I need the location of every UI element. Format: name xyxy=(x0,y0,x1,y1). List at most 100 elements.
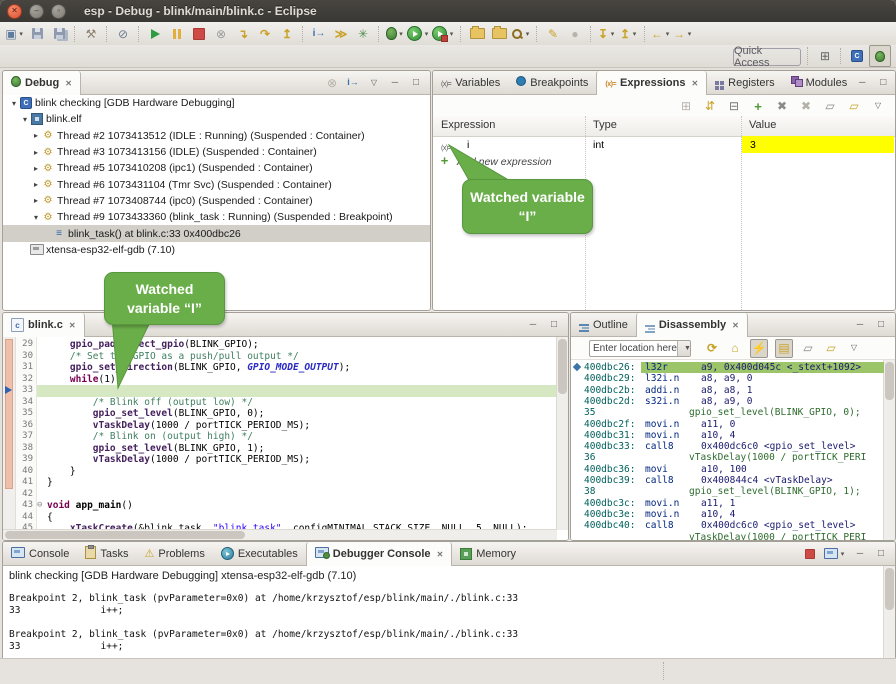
maximize-icon[interactable]: □ xyxy=(547,315,561,335)
console-scrollbar[interactable] xyxy=(883,566,895,659)
maximize-icon[interactable]: □ xyxy=(874,315,888,335)
editor-vertical-scrollbar[interactable] xyxy=(556,337,568,530)
dropdown-caret-icon[interactable]: ▾ xyxy=(664,30,671,38)
view-menu-icon[interactable]: ▽ xyxy=(846,340,862,357)
remove-all-expressions-icon[interactable]: ✖ xyxy=(798,98,814,115)
disconnect-icon[interactable]: ⊗ xyxy=(211,24,231,44)
debug-tree-row[interactable]: ▾Cblink checking [GDB Hardware Debugging… xyxy=(3,95,430,111)
maximize-icon[interactable]: □ xyxy=(876,73,890,93)
debug-tree-row[interactable]: ▾blink.elf xyxy=(3,111,430,127)
tree-expander-icon[interactable]: ▸ xyxy=(31,180,41,189)
collapse-all-icon[interactable]: ⊟ xyxy=(726,98,742,115)
mark-occurrences-icon[interactable]: ● xyxy=(565,24,585,44)
tab-debug[interactable]: Debug✕ xyxy=(3,71,81,95)
add-expression-icon[interactable]: + xyxy=(439,155,450,168)
format-icon[interactable]: ✎ xyxy=(543,24,563,44)
display-console-icon[interactable]: ▾ xyxy=(824,544,846,564)
forward-icon[interactable]: →▾ xyxy=(673,24,693,44)
code-line[interactable]: } xyxy=(47,477,53,489)
close-tab-icon[interactable]: ✕ xyxy=(69,321,76,330)
close-tab-icon[interactable]: ✕ xyxy=(437,550,444,559)
debug-icon[interactable]: ▾ xyxy=(385,24,405,44)
scrollbar-thumb[interactable] xyxy=(885,568,894,610)
step-into-icon[interactable]: ↴ xyxy=(233,24,253,44)
code-line[interactable]: /* Blink off (output low) */ xyxy=(47,397,253,409)
tab-registers[interactable]: Registers xyxy=(707,71,782,94)
minimize-icon[interactable]: ─ xyxy=(853,544,867,564)
add-expression-icon[interactable]: + xyxy=(750,98,766,115)
refresh-icon[interactable]: ⟳ xyxy=(704,340,720,357)
code-line[interactable]: while(1) xyxy=(47,374,116,386)
dropdown-caret-icon[interactable]: ▾ xyxy=(423,30,430,38)
location-combo[interactable]: Enter location here ▼ xyxy=(589,340,691,357)
tree-expander-icon[interactable]: ▸ xyxy=(31,148,41,157)
console-text[interactable]: Breakpoint 2, blink_task (pvParameter=0x… xyxy=(9,593,518,653)
instruction-pointer-icon[interactable] xyxy=(5,386,12,394)
code-line[interactable]: { xyxy=(47,512,53,524)
dropdown-caret-icon[interactable]: ▾ xyxy=(18,30,25,38)
maximize-icon[interactable]: □ xyxy=(874,544,888,564)
quick-access-button[interactable]: Quick Access xyxy=(733,48,801,66)
build-icon[interactable]: ⚒ xyxy=(81,24,101,44)
column-header-value[interactable]: Value xyxy=(749,119,776,131)
code-line[interactable]: void app_main() xyxy=(47,500,133,512)
disassembly-scrollbar[interactable] xyxy=(883,360,895,540)
tree-expander-icon[interactable]: ▾ xyxy=(9,99,19,108)
close-button[interactable]: ✕ xyxy=(7,4,22,19)
show-logical-structures-icon[interactable]: ⇵ xyxy=(702,98,718,115)
debug-tree-row[interactable]: ▸⚙Thread #2 1073413512 (IDLE : Running) … xyxy=(3,128,430,144)
close-tab-icon[interactable]: ✕ xyxy=(691,79,698,88)
tab-expressions[interactable]: (x)=Expressions✕ xyxy=(596,71,707,95)
show-source-icon[interactable]: ▤ xyxy=(775,339,793,358)
instruction-step-toggle-icon[interactable]: i→ xyxy=(346,73,360,93)
dropdown-caret-icon[interactable]: ▾ xyxy=(609,30,616,38)
skip-all-breakpoints-icon[interactable]: ⊘ xyxy=(113,24,133,44)
code-line[interactable]: /* Set the GPIO as a push/pull output */ xyxy=(47,351,299,363)
tab-modules[interactable]: Modules xyxy=(783,71,856,94)
tab-tasks[interactable]: Tasks xyxy=(77,542,136,565)
open-project-icon[interactable] xyxy=(489,24,509,44)
view-menu-icon[interactable]: ▽ xyxy=(870,98,886,115)
debug-config-icon[interactable]: ✳ xyxy=(353,24,373,44)
code-line[interactable]: /* Blink on (output high) */ xyxy=(47,431,253,443)
minimize-icon[interactable]: ─ xyxy=(855,73,869,93)
minimize-icon[interactable]: ─ xyxy=(388,73,402,93)
instruction-stepping-icon[interactable]: i→ xyxy=(309,24,329,44)
dropdown-caret-icon[interactable]: ▾ xyxy=(398,30,405,38)
debug-tree-row[interactable]: ▸⚙Thread #5 1073410208 (ipc1) (Suspended… xyxy=(3,160,430,176)
view-menu-icon[interactable]: ▽ xyxy=(367,73,381,93)
back-icon[interactable]: ←▾ xyxy=(651,24,671,44)
maximize-button[interactable]: ▫ xyxy=(51,4,66,19)
step-return-icon[interactable]: ↥ xyxy=(277,24,297,44)
terminate-console-icon[interactable] xyxy=(803,544,817,564)
scrollbar-thumb[interactable] xyxy=(5,531,245,539)
code-line[interactable]: gpio_set_direction(BLINK_GPIO, GPIO_MODE… xyxy=(47,362,350,374)
tab-debugger-console[interactable]: Debugger Console✕ xyxy=(306,542,453,566)
minimize-button[interactable]: – xyxy=(29,4,44,19)
tree-expander-icon[interactable]: ▸ xyxy=(31,196,41,205)
minimize-icon[interactable]: ─ xyxy=(853,315,867,335)
new-view-icon[interactable]: ▱ xyxy=(800,340,816,357)
scrollbar-thumb[interactable] xyxy=(885,362,894,400)
dropdown-caret-icon[interactable]: ▾ xyxy=(448,30,455,38)
tab-breakpoints[interactable]: Breakpoints xyxy=(508,71,596,94)
next-annotation-icon[interactable]: ↧▾ xyxy=(597,24,617,44)
code-text-area[interactable]: gpio_pad_select_gpio(BLINK_GPIO); /* Set… xyxy=(36,337,556,530)
tab-memory[interactable]: Memory xyxy=(452,542,524,565)
tab-problems[interactable]: ⚠Problems xyxy=(136,542,212,565)
tab-console[interactable]: Console xyxy=(3,542,77,565)
tree-expander-icon[interactable]: ▾ xyxy=(31,213,41,222)
code-line[interactable]: gpio_pad_select_gpio(BLINK_GPIO); xyxy=(47,339,259,351)
search-icon[interactable]: ▾ xyxy=(511,24,531,44)
run-icon[interactable]: ▾ xyxy=(407,24,430,44)
code-line[interactable]: gpio_set_level(BLINK_GPIO, 0); xyxy=(47,408,264,420)
resume-icon[interactable] xyxy=(145,24,165,44)
use-step-filters-icon[interactable]: ≫ xyxy=(331,24,351,44)
column-header-expression[interactable]: Expression xyxy=(441,119,495,131)
tab-blink-c[interactable]: cblink.c✕ xyxy=(3,313,85,337)
home-icon[interactable]: ⌂ xyxy=(727,340,743,357)
scrollbar-thumb[interactable] xyxy=(558,339,567,394)
open-new-view-icon[interactable]: ▱ xyxy=(846,98,862,115)
tab-variables[interactable]: (x)=Variables xyxy=(433,71,508,94)
open-new-view-icon[interactable]: ▱ xyxy=(823,340,839,357)
